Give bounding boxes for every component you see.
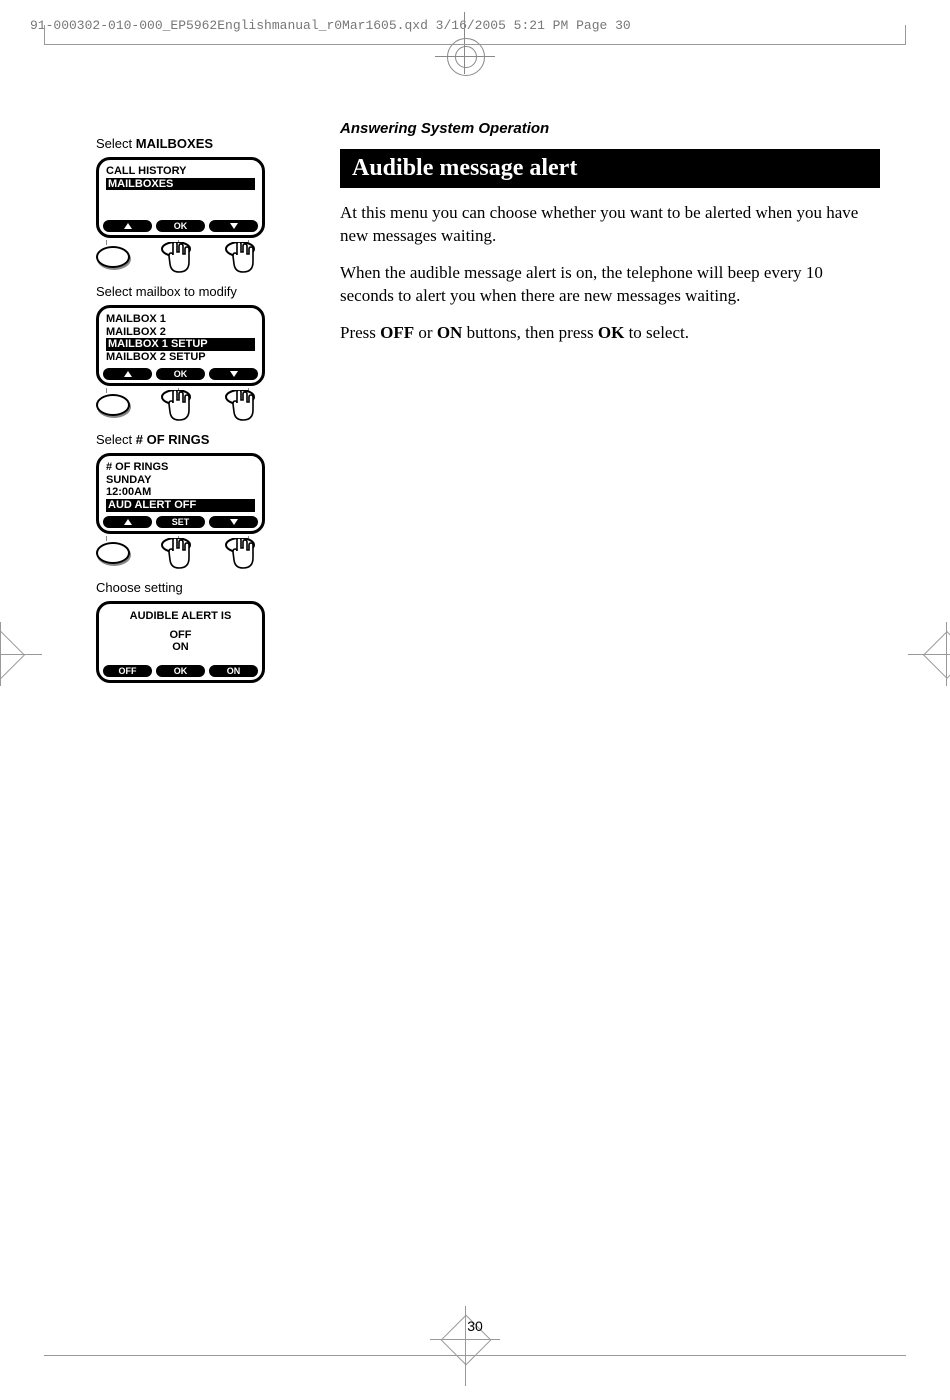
hand-press-icon (225, 242, 259, 278)
softkey-up (103, 516, 152, 528)
arrow-up-icon (124, 517, 132, 527)
text-fragment: Select (96, 136, 136, 151)
arrow-up-icon (124, 369, 132, 379)
text-fragment: to select. (624, 323, 689, 342)
physical-button-left (96, 246, 130, 268)
lcd-screen-2: MAILBOX 1 MAILBOX 2 MAILBOX 1 SETUP MAIL… (96, 305, 265, 386)
lcd-screen-3: # OF RINGS SUNDAY 12:00AM AUD ALERT OFF … (96, 453, 265, 534)
softkey-up (103, 220, 152, 232)
main-column: Answering System Operation Audible messa… (340, 120, 880, 359)
menu-item-mailbox2-setup: MAILBOX 2 SETUP (106, 351, 206, 363)
menu-item-mailbox1-setup-selected: MAILBOX 1 SETUP (106, 338, 255, 351)
sidebar-column: Select MAILBOXES CALL HISTORY MAILBOXES … (96, 136, 286, 687)
option-on: ON (106, 641, 255, 654)
menu-item-of-rings: # OF RINGS (106, 461, 168, 473)
step-caption-4: Choose setting (96, 580, 286, 595)
arrow-up-icon (124, 221, 132, 231)
menu-item-aud-alert-selected: AUD ALERT OFF (106, 499, 255, 512)
hand-press-icon (225, 538, 259, 574)
hand-press-icon (225, 390, 259, 426)
body-paragraph-2: When the audible message alert is on, th… (340, 262, 880, 308)
menu-item-mailboxes-selected: MAILBOXES (106, 178, 255, 191)
softkey-ok: OK (156, 665, 205, 677)
softkey-off: OFF (103, 665, 152, 677)
lcd-screen-4: AUDIBLE ALERT IS OFF ON OFF OK ON (96, 601, 265, 683)
text-bold: # OF RINGS (136, 432, 210, 447)
text-bold: MAILBOXES (136, 136, 213, 151)
button-ref-on: ON (437, 323, 463, 342)
print-header: 91-000302-010-000_EP5962Englishmanual_r0… (30, 18, 631, 33)
softkey-down (209, 516, 258, 528)
body-paragraph-1: At this menu you can choose whether you … (340, 202, 880, 248)
section-title-banner: Audible message alert (340, 149, 880, 188)
text-fragment: buttons, then press (462, 323, 598, 342)
arrow-down-icon (230, 369, 238, 379)
menu-item-call-history: CALL HISTORY (106, 165, 186, 177)
screen-title: AUDIBLE ALERT IS (106, 610, 255, 623)
physical-button-left (96, 394, 130, 416)
menu-item-sunday: SUNDAY (106, 474, 151, 486)
softkey-set: SET (156, 516, 205, 528)
registration-mark-right (908, 630, 950, 680)
registration-mark-left (0, 630, 42, 680)
softkey-on: ON (209, 665, 258, 677)
softkey-ok: OK (156, 220, 205, 232)
section-label: Answering System Operation (340, 120, 880, 137)
physical-button-left (96, 542, 130, 564)
button-ref-off: OFF (380, 323, 414, 342)
option-off: OFF (106, 629, 255, 642)
softkey-down (209, 368, 258, 380)
menu-item-mailbox2: MAILBOX 2 (106, 326, 166, 338)
lcd-screen-1: CALL HISTORY MAILBOXES OK (96, 157, 265, 238)
button-row-1 (96, 242, 259, 278)
arrow-down-icon (230, 517, 238, 527)
body-paragraph-3: Press OFF or ON buttons, then press OK t… (340, 322, 880, 345)
hand-press-icon (161, 538, 195, 574)
hand-press-icon (161, 390, 195, 426)
text-fragment: Press (340, 323, 380, 342)
softkey-ok: OK (156, 368, 205, 380)
softkey-down (209, 220, 258, 232)
softkey-up (103, 368, 152, 380)
hand-press-icon (161, 242, 195, 278)
arrow-down-icon (230, 221, 238, 231)
page-number: 30 (0, 1318, 950, 1334)
button-row-2 (96, 390, 259, 426)
button-row-3 (96, 538, 259, 574)
text-fragment: Select (96, 432, 136, 447)
text-fragment: or (414, 323, 437, 342)
step-caption-2: Select mailbox to modify (96, 284, 286, 299)
menu-item-mailbox1: MAILBOX 1 (106, 313, 166, 325)
step-caption-3: Select # OF RINGS (96, 432, 286, 447)
button-ref-ok: OK (598, 323, 624, 342)
menu-item-time: 12:00AM (106, 486, 151, 498)
step-caption-1: Select MAILBOXES (96, 136, 286, 151)
